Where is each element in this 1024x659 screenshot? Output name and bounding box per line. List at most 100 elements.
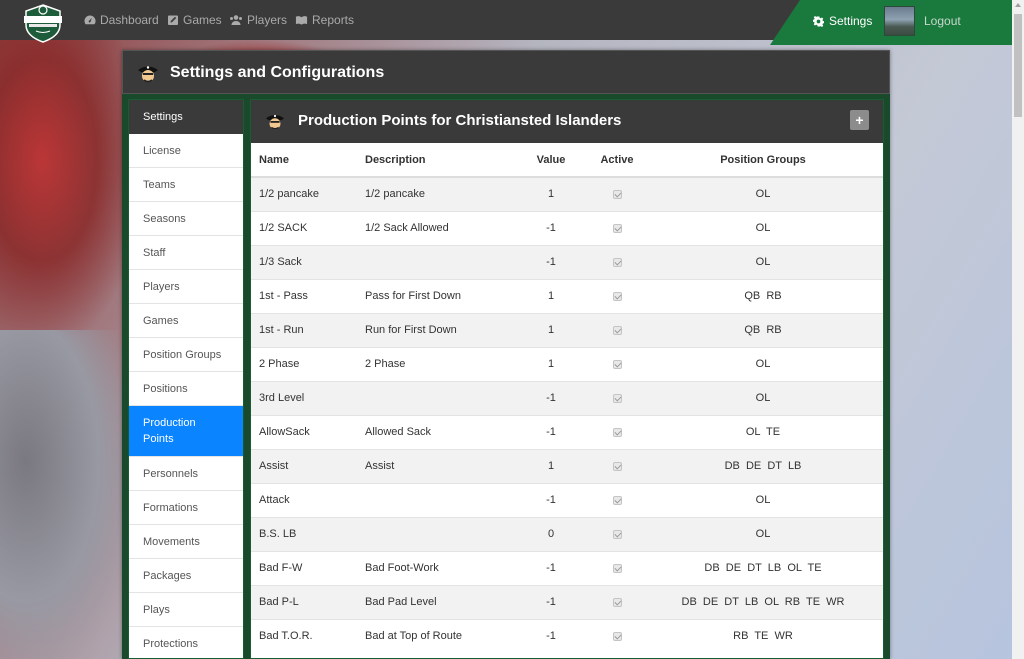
table-row[interactable]: 1/2 pancake 1/2 pancake 1 OL: [251, 176, 883, 211]
row-description: 1/2 pancake: [357, 176, 511, 211]
users-icon: [230, 15, 242, 25]
row-name: 2 Phase: [251, 346, 357, 381]
row-name: 1st - Pass: [251, 278, 357, 313]
row-value: 1: [511, 312, 591, 347]
settings-sidebar: Settings License Teams Seasons Staff Pla…: [128, 99, 244, 659]
table-row[interactable]: Attack -1 OL: [251, 482, 883, 517]
row-value: -1: [511, 380, 591, 415]
table-row[interactable]: 1st - Run Run for First Down 1 QB RB: [251, 312, 883, 347]
tachometer-icon: [84, 15, 96, 25]
row-position-groups: OL: [643, 244, 883, 279]
sidebar-item-packages[interactable]: Packages: [129, 559, 243, 593]
sidebar-item-formations[interactable]: Formations: [129, 491, 243, 525]
row-description: Assist: [357, 448, 511, 483]
row-active: [591, 414, 643, 449]
card-header: Production Points for Christiansted Isla…: [251, 100, 883, 143]
sidebar-item-teams[interactable]: Teams: [129, 168, 243, 202]
user-avatar[interactable]: [884, 6, 915, 36]
row-description: [357, 244, 511, 279]
table-row[interactable]: AllowSack Allowed Sack -1 OL TE: [251, 414, 883, 449]
row-active: [591, 346, 643, 381]
row-position-groups: RB TE WR: [643, 618, 883, 653]
row-name: Attack: [251, 482, 357, 517]
table-row[interactable]: 3rd Level -1 OL: [251, 380, 883, 415]
row-position-groups: DB DE DT LB OL TE: [643, 550, 883, 585]
table-row[interactable]: Assist Assist 1 DB DE DT LB: [251, 448, 883, 483]
table-row[interactable]: 1/2 SACK 1/2 Sack Allowed -1 OL: [251, 210, 883, 245]
column-header-value[interactable]: Value: [511, 143, 591, 178]
row-description: [357, 482, 511, 517]
row-value: 1: [511, 176, 591, 211]
column-header-position-groups[interactable]: Position Groups: [643, 143, 883, 178]
sidebar-item-positions[interactable]: Positions: [129, 372, 243, 406]
row-name: B.S. LB: [251, 516, 357, 551]
sidebar-item-players[interactable]: Players: [129, 270, 243, 304]
row-active: [591, 584, 643, 619]
table-header-row: Name Description Value Active Position G…: [251, 143, 883, 178]
row-description: 2 Phase: [357, 346, 511, 381]
table-row[interactable]: Bad T.O.R. Bad at Top of Route -1 RB TE WR: [251, 618, 883, 653]
add-production-point-button[interactable]: +: [850, 110, 869, 130]
row-description: 1/2 Sack Allowed: [357, 210, 511, 245]
row-value: -1: [511, 414, 591, 449]
row-name: Bad P-L: [251, 584, 357, 619]
nav-players[interactable]: Players: [229, 0, 287, 40]
pirate-team-icon: [265, 114, 285, 130]
page-scrollbar[interactable]: [1012, 0, 1024, 659]
column-header-description[interactable]: Description: [357, 143, 511, 178]
row-name: 3rd Level: [251, 380, 357, 415]
column-header-name[interactable]: Name: [251, 143, 357, 178]
sidebar-item-games[interactable]: Games: [129, 304, 243, 338]
active-checkbox: [612, 427, 622, 437]
row-name: Bad T.O.R.: [251, 618, 357, 653]
row-active: [591, 482, 643, 517]
table-row[interactable]: 1st - Pass Pass for First Down 1 QB RB: [251, 278, 883, 313]
background-photo-lower: [0, 330, 130, 659]
row-description: [357, 380, 511, 415]
active-checkbox: [612, 189, 622, 199]
sidebar-header: Settings: [129, 100, 243, 134]
pirate-team-icon: [138, 66, 158, 83]
gradebook-logo[interactable]: [20, 3, 66, 43]
row-value: -1: [511, 244, 591, 279]
row-position-groups: OL: [643, 482, 883, 517]
table-row[interactable]: Bad P-L Bad Pad Level -1 DB DE DT LB OL RB …: [251, 584, 883, 619]
sidebar-item-position-groups[interactable]: Position Groups: [129, 338, 243, 372]
edit-square-icon: [168, 15, 178, 25]
active-checkbox: [612, 291, 622, 301]
active-checkbox: [612, 393, 622, 403]
nav-settings[interactable]: Settings: [813, 0, 872, 42]
sidebar-item-personnels[interactable]: Personnels: [129, 457, 243, 491]
sidebar-item-production-points[interactable]: Production Points: [129, 406, 243, 457]
active-checkbox: [612, 563, 622, 573]
row-value: 0: [511, 516, 591, 551]
row-active: [591, 516, 643, 551]
sidebar-item-seasons[interactable]: Seasons: [129, 202, 243, 236]
sidebar-item-plays[interactable]: Plays: [129, 593, 243, 627]
row-name: 1/2 pancake: [251, 176, 357, 211]
row-active: [591, 244, 643, 279]
table-row[interactable]: 2 Phase 2 Phase 1 OL: [251, 346, 883, 381]
nav-games[interactable]: Games: [167, 0, 222, 40]
row-value: -1: [511, 550, 591, 585]
sidebar-item-license[interactable]: License: [129, 134, 243, 168]
nav-dashboard[interactable]: Dashboard: [84, 0, 159, 40]
table-row[interactable]: Bad F-W Bad Foot-Work -1 DB DE DT LB OL TE: [251, 550, 883, 585]
table-row[interactable]: B.S. LB 0 OL: [251, 516, 883, 551]
sidebar-item-movements[interactable]: Movements: [129, 525, 243, 559]
row-description: Bad Foot-Work: [357, 550, 511, 585]
scrollbar-thumb[interactable]: [1014, 14, 1022, 117]
sidebar-item-staff[interactable]: Staff: [129, 236, 243, 270]
table-row[interactable]: 1/3 Sack -1 OL: [251, 244, 883, 279]
row-position-groups: DB DE DT LB OL RB TE WR: [643, 584, 883, 619]
scroll-up-arrow-icon[interactable]: [1015, 3, 1021, 7]
logout-link[interactable]: Logout: [924, 0, 961, 42]
column-header-active[interactable]: Active: [591, 143, 643, 178]
row-value: -1: [511, 618, 591, 653]
active-checkbox: [612, 495, 622, 505]
nav-reports[interactable]: Reports: [295, 0, 354, 40]
row-name: 1st - Run: [251, 312, 357, 347]
row-description: Pass for First Down: [357, 278, 511, 313]
active-checkbox: [612, 223, 622, 233]
sidebar-item-protections[interactable]: Protections: [129, 627, 243, 659]
